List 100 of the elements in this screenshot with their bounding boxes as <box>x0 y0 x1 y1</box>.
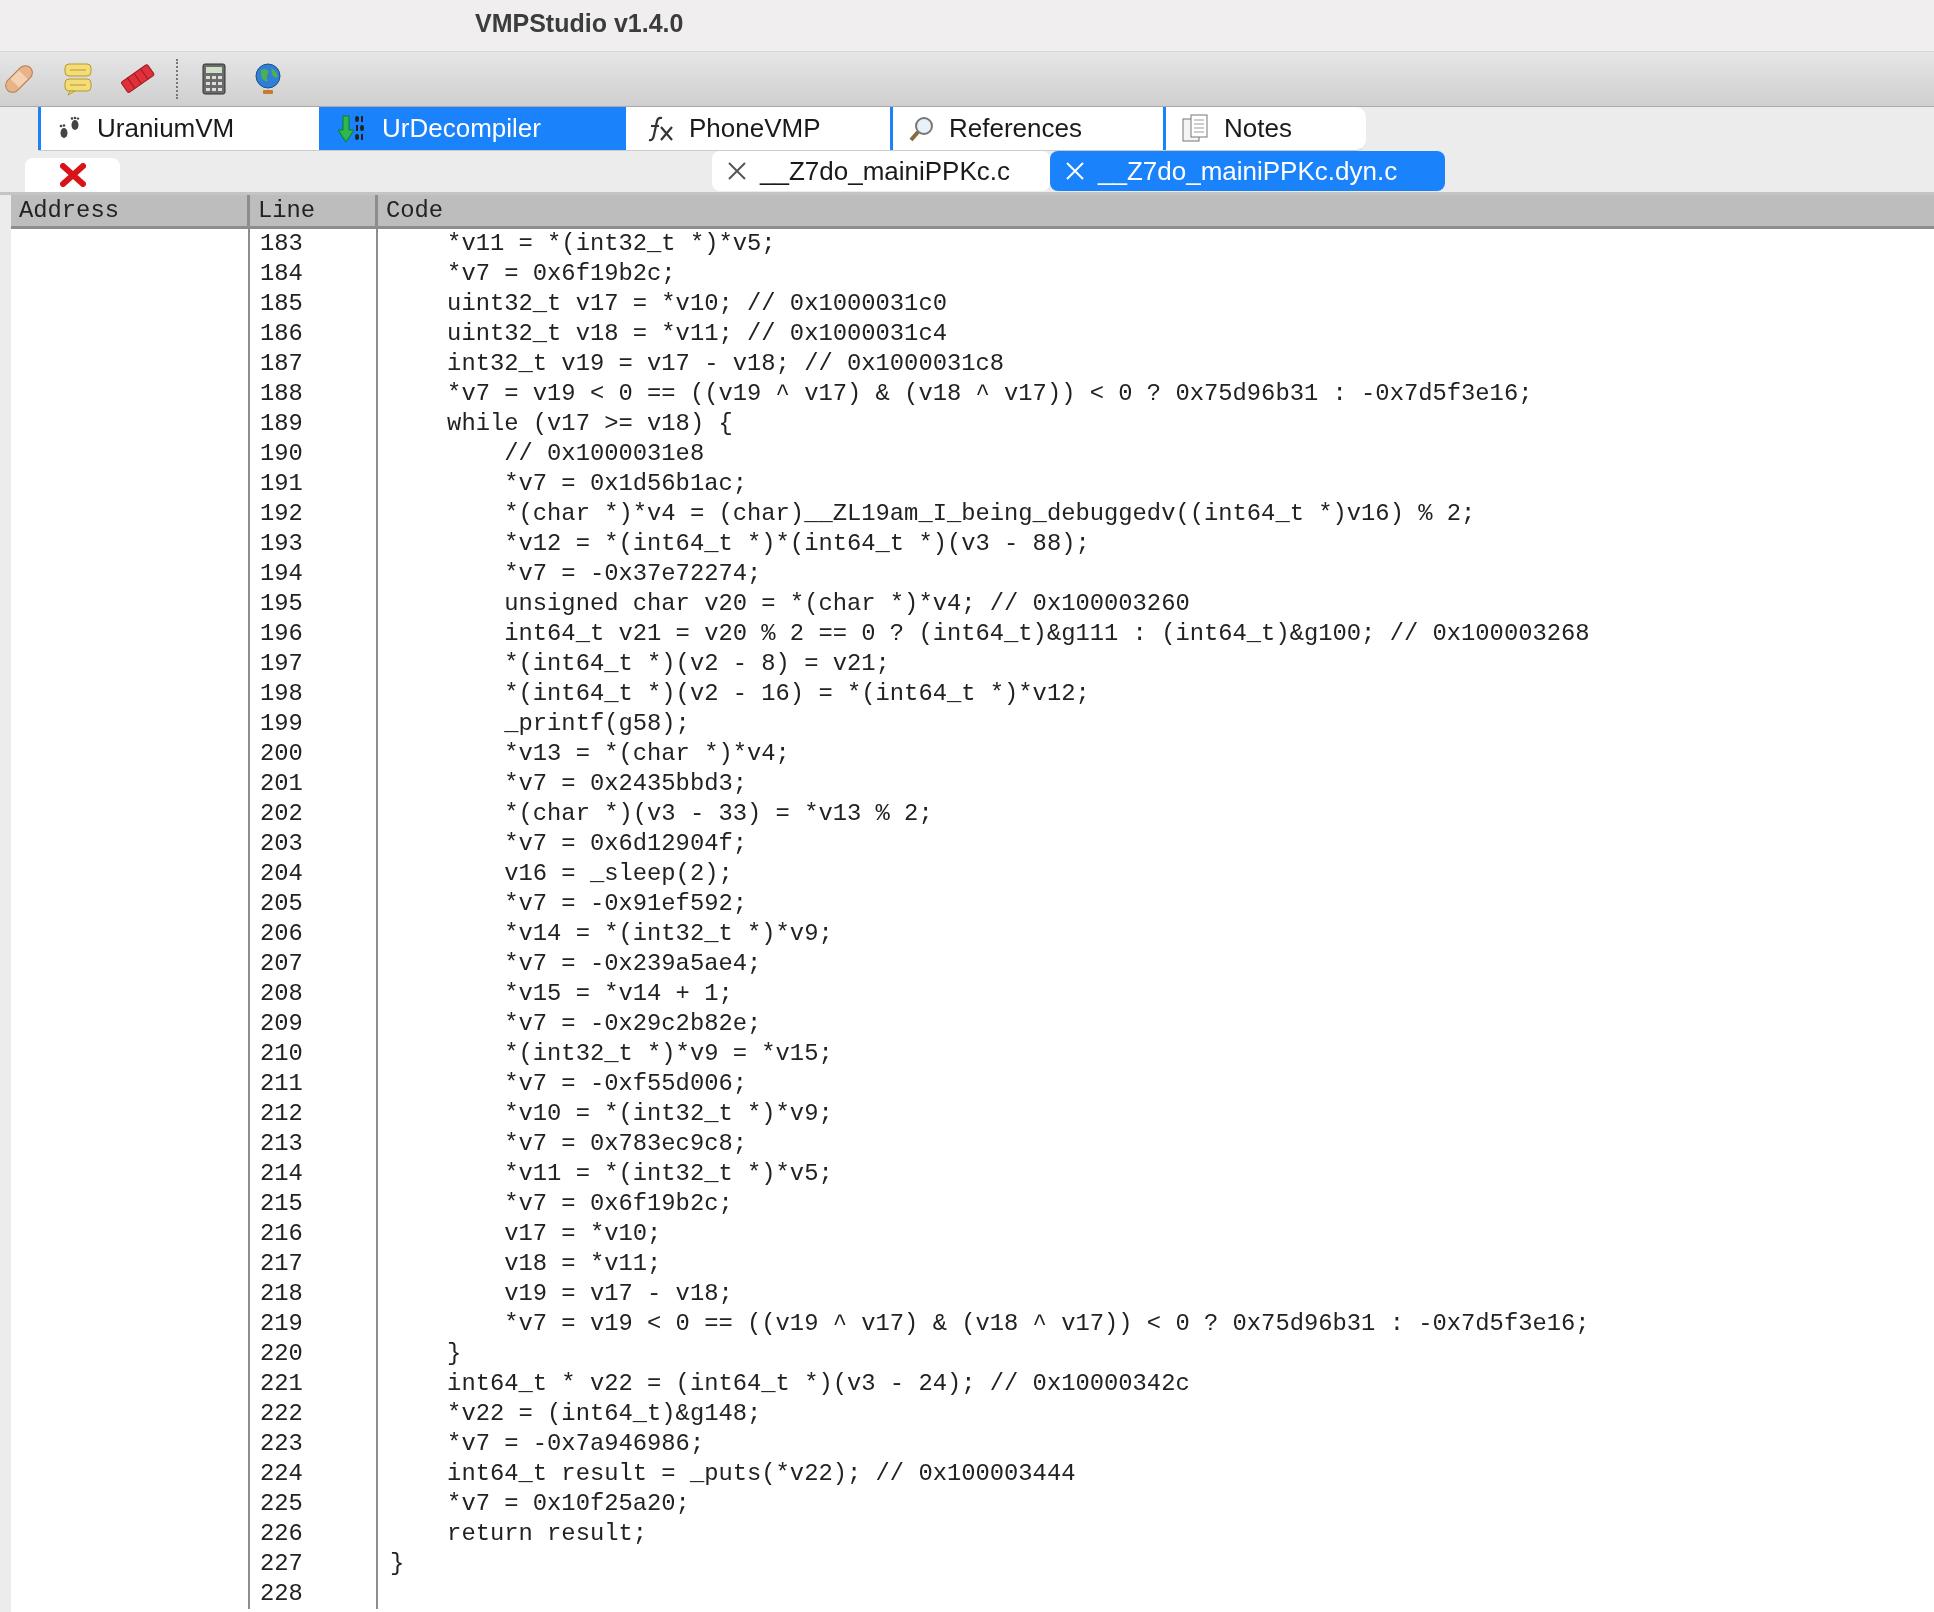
line-number: 204 <box>260 859 303 889</box>
code-line: v16 = _sleep(2); <box>503 859 733 889</box>
line-number: 192 <box>260 499 303 529</box>
code-line: *v7 = v19 < 0 == ((v19 ^ v17) & (v18 ^ v17)) < 0 ? 0x75d96b31 : -0x7d5f3e16; <box>503 1309 1590 1339</box>
line-number: 187 <box>260 349 303 379</box>
code-line: *(int64_t *)(v2 - 16) = *(int64_t *)*v12; <box>503 679 1090 709</box>
code-line: _printf(g58); <box>503 709 690 739</box>
code-line: *v7 = -0xf55d006; <box>503 1069 747 1099</box>
code-line: } <box>390 1549 405 1579</box>
calculator-icon[interactable] <box>202 63 226 95</box>
code-line: *(int32_t *)*v9 = *v15; <box>503 1039 833 1069</box>
line-number: 202 <box>260 799 303 829</box>
code-line: // 0x1000031e8 <box>503 439 705 469</box>
code-line: v18 = *v11; <box>503 1249 662 1279</box>
code-line: *(char *)(v3 - 33) = *v13 % 2; <box>503 799 933 829</box>
globe-icon[interactable] <box>252 62 284 96</box>
line-number: 191 <box>260 469 303 499</box>
line-number: 184 <box>260 259 303 289</box>
close-icon <box>59 163 86 187</box>
code-line: *v7 = -0x91ef592; <box>503 889 747 919</box>
code-line: *v13 = *(char *)*v4; <box>503 739 790 769</box>
line-number: 227 <box>260 1549 303 1579</box>
column-header[interactable]: Code <box>378 195 1934 226</box>
tab[interactable]: PhoneVMP <box>626 107 890 150</box>
code-line: *v7 = -0x37e72274; <box>503 559 762 589</box>
line-number: 196 <box>260 619 303 649</box>
line-number: 210 <box>260 1039 303 1069</box>
line-number: 203 <box>260 829 303 859</box>
line-number: 189 <box>260 409 303 439</box>
code-line: *v11 = *(int32_t *)*v5; <box>446 229 776 259</box>
line-number: 201 <box>260 769 303 799</box>
line-number: 212 <box>260 1099 303 1129</box>
code-line: v19 = v17 - v18; <box>503 1279 733 1309</box>
line-number: 195 <box>260 589 303 619</box>
line-number: 215 <box>260 1189 303 1219</box>
line-number: 225 <box>260 1489 303 1519</box>
line-number: 206 <box>260 919 303 949</box>
line-number: 218 <box>260 1279 303 1309</box>
line-number: 197 <box>260 649 303 679</box>
code-line: *v7 = v19 < 0 == ((v19 ^ v17) & (v18 ^ v17)) < 0 ? 0x75d96b31 : -0x7d5f3e16; <box>446 379 1533 409</box>
line-number: 208 <box>260 979 303 1009</box>
code-line: *v15 = *v14 + 1; <box>503 979 733 1009</box>
line-number: 216 <box>260 1219 303 1249</box>
line-number: 222 <box>260 1399 303 1429</box>
code-line: *(int64_t *)(v2 - 8) = v21; <box>503 649 890 679</box>
line-number: 213 <box>260 1129 303 1159</box>
column-header[interactable]: Line <box>250 195 378 226</box>
code-line: } <box>446 1339 462 1369</box>
code-line: *v11 = *(int32_t *)*v5; <box>503 1159 833 1189</box>
line-number: 183 <box>260 229 303 259</box>
tab[interactable]: UrDecompiler <box>319 107 626 150</box>
line-number: 221 <box>260 1369 303 1399</box>
line-number: 219 <box>260 1309 303 1339</box>
line-number: 193 <box>260 529 303 559</box>
code-line: int64_t result = _puts(*v22); // 0x100003444 <box>446 1459 1076 1489</box>
code-line: *v10 = *(int32_t *)*v9; <box>503 1099 833 1129</box>
code-line: v17 = *v10; <box>503 1219 662 1249</box>
code-line: while (v17 >= v18) { <box>446 409 733 439</box>
line-number: 198 <box>260 679 303 709</box>
line-number: 214 <box>260 1159 303 1189</box>
code-line: *v22 = (int64_t)&g148; <box>446 1399 762 1429</box>
code-line: int64_t v21 = v20 % 2 == 0 ? (int64_t)&g111 : (int64_t)&g100; // 0x100003268 <box>503 619 1590 649</box>
column-header[interactable]: Address <box>11 195 250 226</box>
code-line: int64_t * v22 = (int64_t *)(v3 - 24); // 0x10000342c <box>446 1369 1190 1399</box>
line-number: 186 <box>260 319 303 349</box>
line-number: 228 <box>260 1579 303 1609</box>
window-title: VMPStudio v1.4.0 <box>475 9 684 38</box>
code-line: *v7 = -0x29c2b82e; <box>503 1009 762 1039</box>
file-tab[interactable]: __Z7do_mainiPPKc.dyn.c <box>1050 151 1445 191</box>
line-number: 209 <box>260 1009 303 1039</box>
code-line: *v14 = *(int32_t *)*v9; <box>503 919 833 949</box>
line-number: 211 <box>260 1069 303 1099</box>
line-number: 226 <box>260 1519 303 1549</box>
code-line: *v7 = 0x783ec9c8; <box>503 1129 747 1159</box>
code-line: *v7 = -0x7a946986; <box>446 1429 705 1459</box>
code-line: uint32_t v18 = *v11; // 0x1000031c4 <box>446 319 947 349</box>
line-number: 217 <box>260 1249 303 1279</box>
code-line: *v7 = 0x10f25a20; <box>446 1489 690 1519</box>
code-line: *v7 = 0x6d12904f; <box>503 829 747 859</box>
code-line: *v7 = -0x239a5ae4; <box>503 949 762 979</box>
close-tab[interactable] <box>25 158 120 192</box>
line-number: 190 <box>260 439 303 469</box>
close-icon[interactable] <box>728 162 746 180</box>
code-line: int32_t v19 = v17 - v18; // 0x1000031c8 <box>446 349 1005 379</box>
code-line: *v7 = 0x6f19b2c; <box>446 259 676 289</box>
file-tab[interactable]: __Z7do_mainiPPKc.c <box>712 151 1050 191</box>
line-number: 200 <box>260 739 303 769</box>
code-line: *v7 = 0x1d56b1ac; <box>503 469 747 499</box>
line-number: 199 <box>260 709 303 739</box>
line-number: 207 <box>260 949 303 979</box>
line-number: 224 <box>260 1459 303 1489</box>
code-line: *v7 = 0x6f19b2c; <box>503 1189 733 1219</box>
code-line: *(char *)*v4 = (char)__ZL19am_I_being_debuggedv((int64_t *)v16) % 2; <box>503 499 1476 529</box>
line-number: 223 <box>260 1429 303 1459</box>
line-number: 205 <box>260 889 303 919</box>
code-line: *v7 = 0x2435bbd3; <box>503 769 747 799</box>
line-number: 220 <box>260 1339 303 1369</box>
code-line: unsigned char v20 = *(char *)*v4; // 0x100003260 <box>503 589 1190 619</box>
code-line: uint32_t v17 = *v10; // 0x1000031c0 <box>446 289 947 319</box>
documents-icon <box>1182 113 1210 144</box>
